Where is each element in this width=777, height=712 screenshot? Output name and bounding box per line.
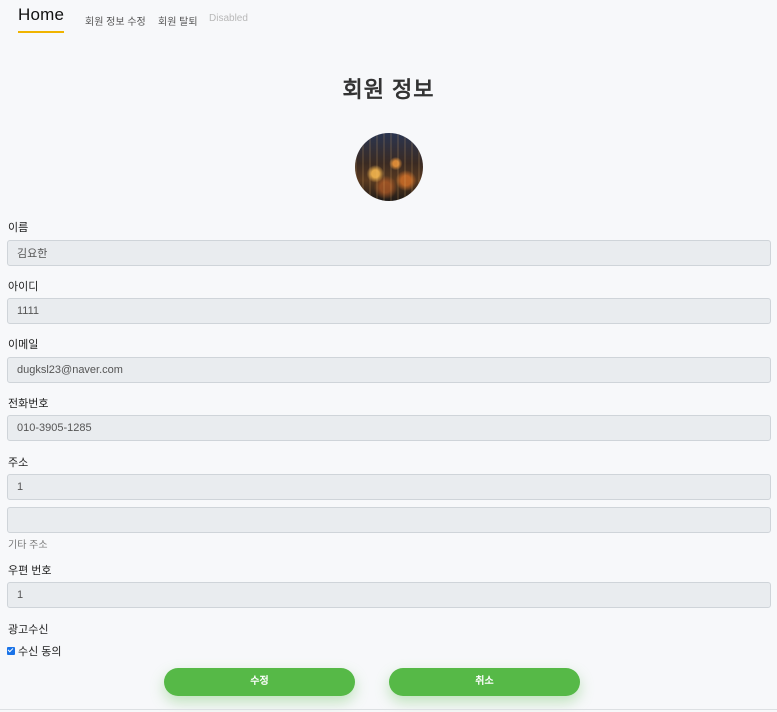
page-title: 회원 정보: [342, 77, 435, 102]
nav-home[interactable]: Home: [18, 5, 65, 33]
ads-consent-checkbox[interactable]: [7, 647, 15, 655]
email-field[interactable]: [7, 357, 771, 383]
submit-button[interactable]: 수정: [164, 668, 355, 696]
cancel-button[interactable]: 취소: [389, 668, 580, 696]
name-label: 이름: [8, 222, 29, 234]
avatar: [355, 133, 423, 201]
email-label: 이메일: [8, 339, 39, 351]
address-field[interactable]: [7, 474, 771, 500]
nav-withdraw[interactable]: 회원 탈퇴: [158, 13, 198, 28]
ads-consent-label[interactable]: 수신 동의: [18, 643, 62, 659]
id-field[interactable]: [7, 298, 771, 324]
address-detail-help: 기타 주소: [8, 540, 48, 551]
nav-disabled: Disabled: [209, 13, 248, 24]
phone-field[interactable]: [7, 415, 771, 441]
top-nav: Home 회원 정보 수정 회원 탈퇴 Disabled: [0, 0, 777, 40]
id-label: 아이디: [8, 281, 39, 293]
nav-edit-profile[interactable]: 회원 정보 수정: [85, 13, 146, 28]
phone-label: 전화번호: [8, 398, 49, 410]
ads-consent[interactable]: 수신 동의: [7, 643, 62, 659]
bottom-divider: [0, 709, 777, 710]
name-field[interactable]: [7, 240, 771, 266]
zipcode-field[interactable]: [7, 582, 771, 608]
zipcode-label: 우편 번호: [8, 565, 52, 577]
address-label: 주소: [8, 457, 29, 469]
ads-label: 광고수신: [8, 624, 49, 636]
address-detail-field[interactable]: [7, 507, 771, 533]
